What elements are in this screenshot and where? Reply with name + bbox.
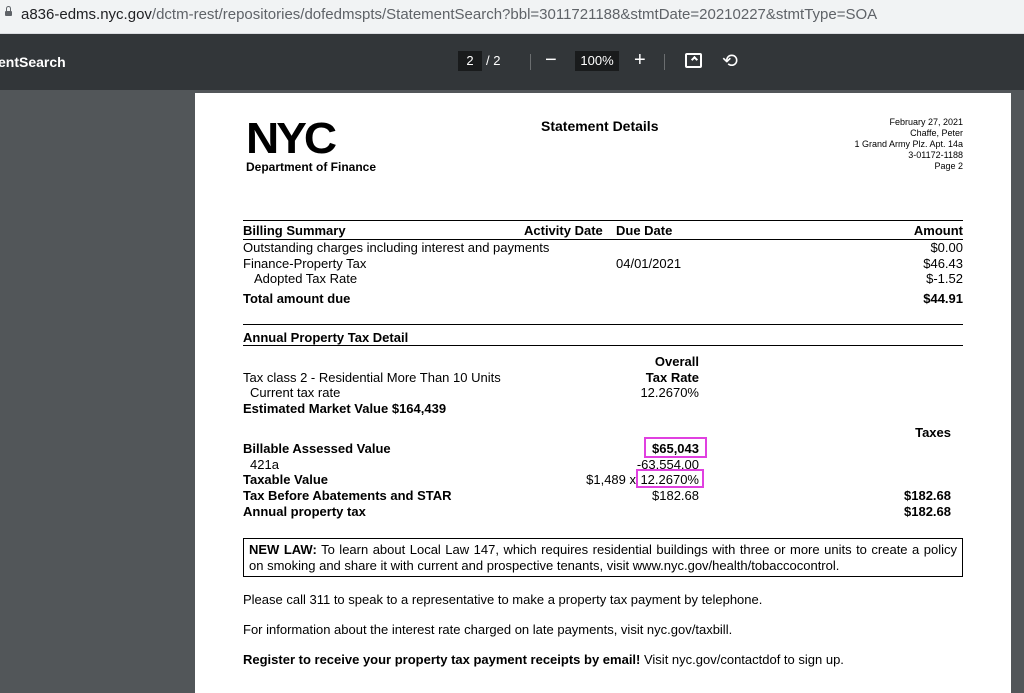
tax-before-abatements: $182.68 bbox=[904, 488, 951, 503]
toolbar-divider bbox=[530, 54, 531, 70]
register-bold: Register to receive your property tax pa… bbox=[243, 652, 641, 667]
url-text[interactable]: a836-edms.nyc.gov/dctm-rest/repositories… bbox=[21, 6, 877, 23]
total-due-amount: $44.91 bbox=[923, 291, 963, 306]
pdf-page: NYC Department of Finance Statement Deta… bbox=[195, 93, 1011, 693]
new-law-notice: NEW LAW: To learn about Local Law 147, w… bbox=[243, 538, 963, 577]
amount-header: Amount bbox=[913, 223, 963, 238]
billing-row-due: 04/01/2021 bbox=[616, 256, 682, 271]
taxable-value-label: Taxable Value bbox=[243, 472, 329, 487]
page-separator: / bbox=[486, 53, 490, 68]
address-bar[interactable]: a836-edms.nyc.gov/dctm-rest/repositories… bbox=[0, 0, 1024, 34]
billable-assessed-value: $65,043 bbox=[652, 441, 699, 456]
rotate-icon[interactable]: ⟲ bbox=[722, 50, 738, 73]
bbl-number: 3-01172-1188 bbox=[908, 150, 963, 160]
billing-row-amount: $-1.52 bbox=[926, 271, 963, 286]
statement-title: Statement Details bbox=[541, 118, 659, 134]
interest-info-text: For information about the interest rate … bbox=[243, 622, 733, 637]
divider bbox=[243, 324, 963, 325]
url-path: /dctm-rest/repositories/dofedmspts/State… bbox=[151, 6, 878, 23]
page-number-input[interactable]: 2 bbox=[458, 51, 482, 71]
annual-property-tax-label: Annual property tax bbox=[243, 504, 366, 519]
taxable-value: $1,489 x bbox=[586, 472, 636, 487]
new-law-text: To learn about Local Law 147, which requ… bbox=[249, 542, 957, 573]
tax-before-abatements-label: Tax Before Abatements and STAR bbox=[243, 488, 452, 503]
zoom-in-button[interactable]: + bbox=[634, 49, 646, 71]
tax-rate-header: Tax Rate bbox=[645, 370, 699, 385]
department-name: Department of Finance bbox=[246, 160, 377, 174]
annual-tax-heading: Annual Property Tax Detail bbox=[243, 330, 409, 345]
billing-row-label: Adopted Tax Rate bbox=[254, 271, 358, 286]
annual-property-tax: $182.68 bbox=[904, 504, 951, 519]
pdf-toolbar: entSearch 2 / 2 − 100% + ⟲ bbox=[0, 34, 1024, 90]
zoom-level-input[interactable]: 100% bbox=[575, 51, 619, 71]
billable-assessed-label: Billable Assessed Value bbox=[243, 441, 391, 456]
document-title: entSearch bbox=[0, 54, 66, 70]
nyc-logo: NYC bbox=[246, 113, 337, 163]
fit-to-page-icon[interactable] bbox=[685, 53, 702, 68]
total-pages: 2 bbox=[493, 53, 501, 68]
tax-class: Tax class 2 - Residential More Than 10 U… bbox=[243, 370, 501, 385]
toolbar-divider bbox=[664, 54, 665, 70]
billing-summary-header: Billing Summary bbox=[243, 223, 346, 238]
tax-before-abatements-mid: $182.68 bbox=[652, 488, 699, 503]
due-date-header: Due Date bbox=[616, 223, 673, 238]
activity-date-header: Activity Date bbox=[524, 223, 603, 238]
register-rest: Visit nyc.gov/contactdof to sign up. bbox=[640, 652, 844, 667]
taxes-header: Taxes bbox=[915, 425, 951, 440]
statement-date: February 27, 2021 bbox=[889, 117, 963, 127]
page-label: Page 2 bbox=[934, 161, 963, 171]
register-text: Register to receive your property tax pa… bbox=[243, 652, 844, 667]
lock-icon bbox=[5, 6, 12, 16]
divider bbox=[243, 220, 963, 221]
total-due-label: Total amount due bbox=[243, 291, 351, 306]
billing-row-label: Finance-Property Tax bbox=[243, 256, 367, 271]
billing-row-amount: $46.43 bbox=[923, 256, 963, 271]
current-tax-rate-label: Current tax rate bbox=[250, 385, 341, 400]
owner-name: Chaffe, Peter bbox=[910, 128, 963, 138]
call-311-text: Please call 311 to speak to a representa… bbox=[243, 592, 763, 607]
statement-header-info: February 27, 2021 Chaffe, Peter 1 Grand … bbox=[854, 117, 963, 172]
owner-address: 1 Grand Army Plz. Apt. 14a bbox=[854, 139, 963, 149]
billing-row-amount: $0.00 bbox=[930, 240, 963, 255]
url-host: a836-edms.nyc.gov bbox=[21, 6, 152, 23]
zoom-out-button[interactable]: − bbox=[545, 49, 557, 71]
billing-row-label: Outstanding charges including interest a… bbox=[243, 240, 550, 255]
estimated-market-value: Estimated Market Value $164,439 bbox=[243, 401, 447, 416]
current-tax-rate: 12.2670% bbox=[640, 385, 699, 400]
taxable-rate: 12.2670% bbox=[640, 472, 699, 487]
new-law-label: NEW LAW: bbox=[249, 542, 317, 557]
divider bbox=[243, 345, 963, 346]
page-count: / 2 bbox=[486, 53, 500, 68]
overall-header: Overall bbox=[654, 354, 699, 369]
abatement-label: 421a bbox=[250, 457, 279, 472]
